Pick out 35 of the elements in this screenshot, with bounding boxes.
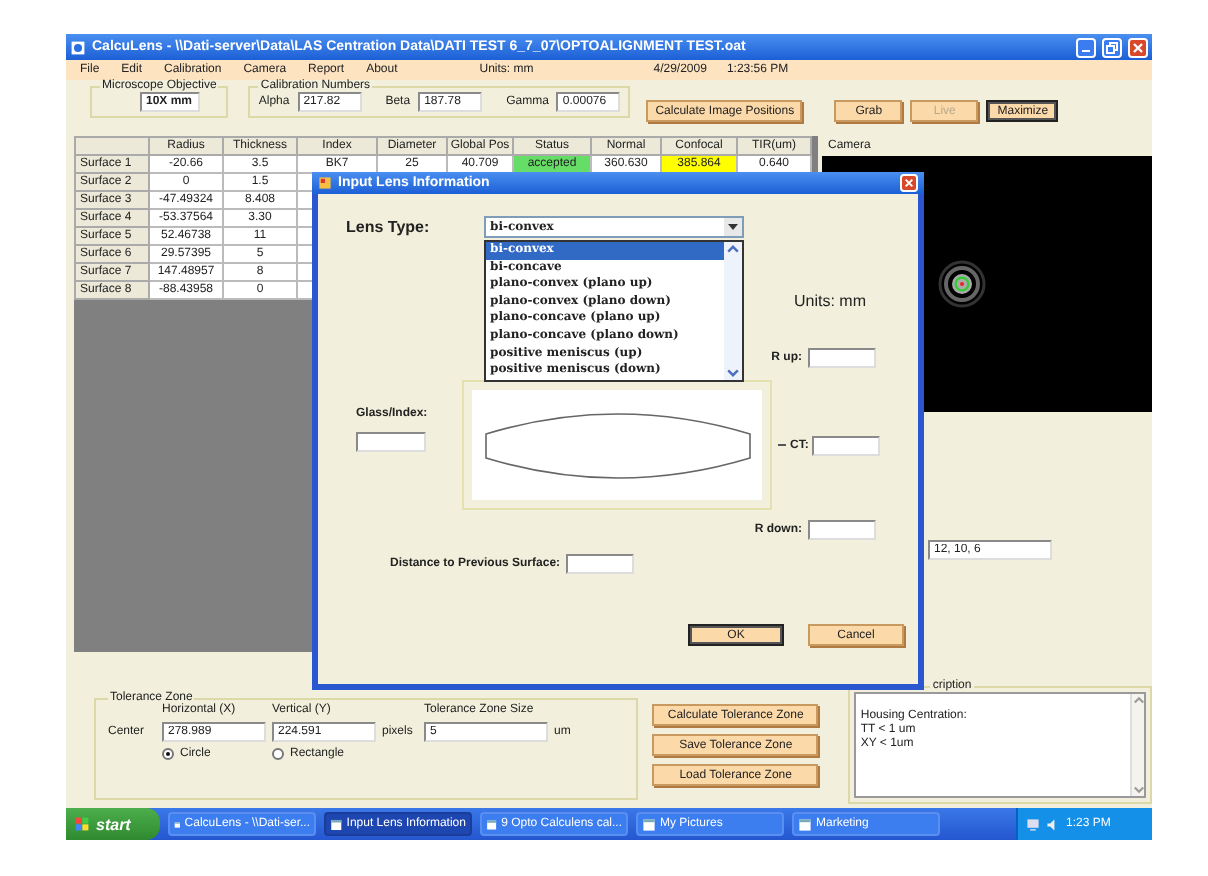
window-icon bbox=[642, 817, 656, 831]
minimize-button[interactable] bbox=[1076, 37, 1096, 57]
scroll-down-icon bbox=[724, 364, 742, 380]
scrollbar[interactable] bbox=[724, 242, 742, 380]
close-button[interactable] bbox=[900, 174, 918, 192]
radio-button[interactable] bbox=[162, 748, 174, 760]
close-icon bbox=[1132, 41, 1144, 53]
distance-field[interactable] bbox=[566, 554, 635, 574]
app-icon bbox=[318, 176, 332, 190]
lens-type-label: Lens Type: bbox=[346, 218, 432, 236]
corner-cell bbox=[75, 137, 149, 155]
r-up-field[interactable] bbox=[808, 348, 876, 368]
windows-flag-icon bbox=[74, 816, 90, 832]
scroll-up-icon bbox=[724, 242, 742, 258]
units-text: Units: mm bbox=[794, 292, 866, 310]
ct-field[interactable] bbox=[812, 435, 881, 455]
close-button[interactable] bbox=[1128, 37, 1148, 57]
window-icon bbox=[174, 817, 181, 831]
start-button[interactable]: start bbox=[66, 808, 160, 840]
app-icon bbox=[70, 39, 86, 55]
speaker-icon bbox=[1046, 817, 1060, 831]
glass-index-field[interactable] bbox=[356, 432, 426, 452]
r-down-field[interactable] bbox=[808, 520, 876, 540]
window-icon bbox=[330, 817, 343, 831]
close-icon bbox=[904, 178, 914, 188]
restore-button[interactable] bbox=[1102, 37, 1122, 57]
scroll-down-icon bbox=[1132, 782, 1146, 796]
scroll-up-icon bbox=[1132, 694, 1146, 708]
light-ring-drawing bbox=[938, 260, 986, 308]
window-icon bbox=[798, 817, 812, 831]
window-icon bbox=[486, 817, 498, 831]
radio-button[interactable] bbox=[272, 748, 284, 760]
scrollbar[interactable] bbox=[1130, 694, 1144, 796]
monitor-icon bbox=[1026, 817, 1040, 831]
restore-icon bbox=[1106, 41, 1118, 53]
